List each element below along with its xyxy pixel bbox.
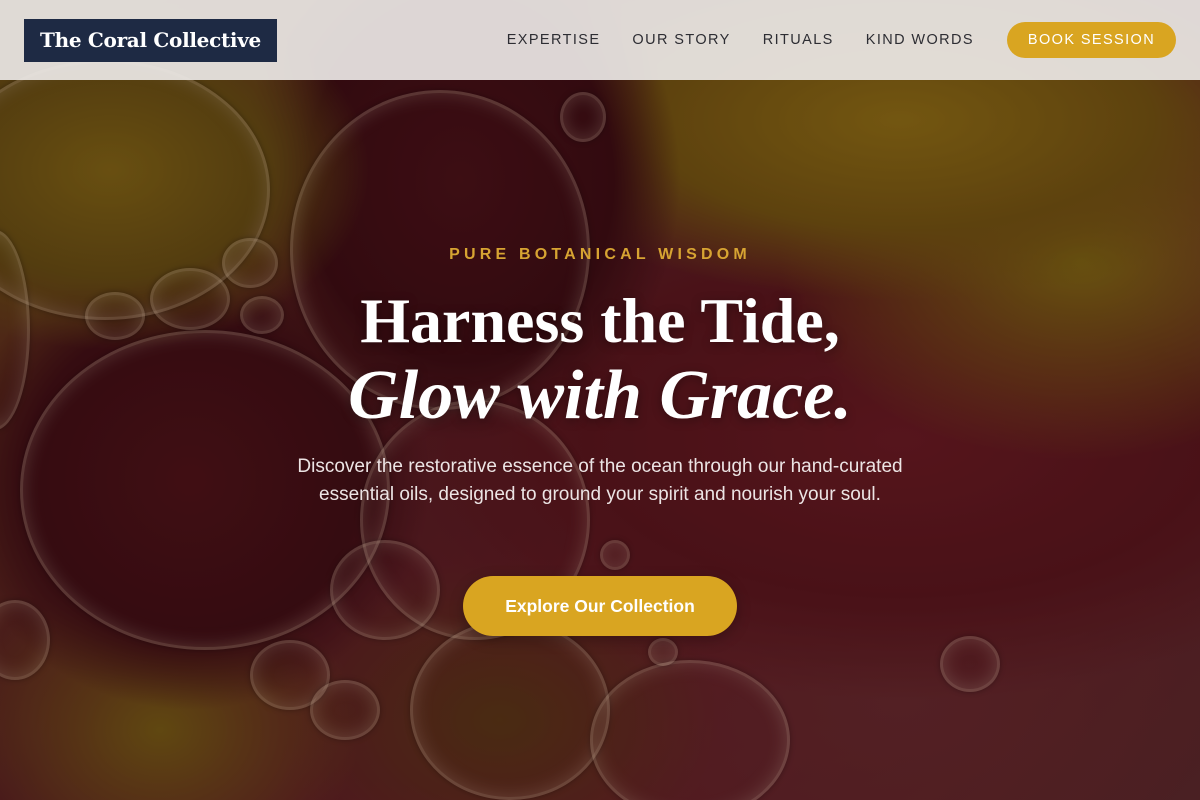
hero-eyebrow: PURE BOTANICAL WISDOM bbox=[449, 246, 751, 263]
explore-collection-button[interactable]: Explore Our Collection bbox=[463, 576, 737, 636]
hero-subtitle: Discover the restorative essence of the … bbox=[297, 456, 903, 505]
hero-section: PURE BOTANICAL WISDOM Harness the Tide, … bbox=[0, 0, 1200, 800]
hero-headline-line1: Harness the Tide, bbox=[360, 285, 840, 356]
hero-headline-line2: Glow with Grace. bbox=[348, 357, 852, 434]
